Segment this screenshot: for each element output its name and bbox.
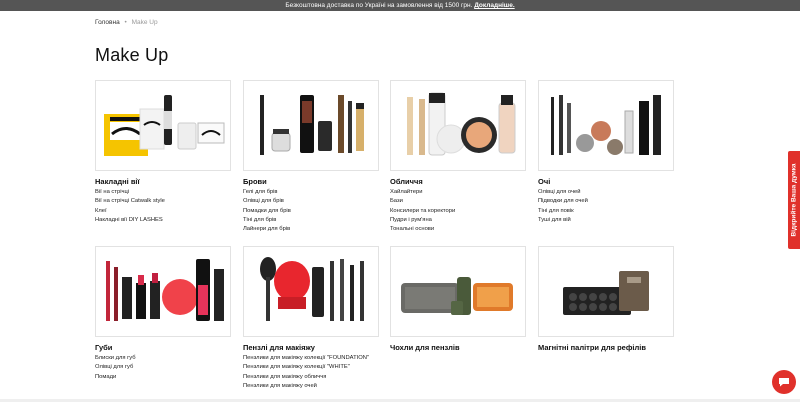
category-image-brows[interactable] — [243, 80, 379, 171]
subcategory-link[interactable]: Олівці для губ — [95, 363, 231, 372]
subcategory-link[interactable]: Олівці для очей — [538, 188, 674, 197]
subcategory-list-lashes: Вії на стрічці Вії на стрічці Catwalk st… — [95, 188, 231, 225]
category-card-brushes: Пензлі для макіяжу Пензлики для макіяжу … — [243, 246, 379, 391]
feedback-tab[interactable]: Відкрийте Ваша думка — [788, 151, 800, 249]
page-title: Make Up — [95, 45, 169, 65]
subcategory-list-eyes: Олівці для очей Підводки для очей Тіні д… — [538, 188, 674, 225]
subcategory-link[interactable]: Тіні для брів — [243, 216, 379, 225]
category-title-face[interactable]: Обличчя — [390, 177, 526, 186]
subcategory-link[interactable]: Тональні основи — [390, 225, 526, 234]
subcategory-link[interactable]: Пудри і рум'яна — [390, 216, 526, 225]
category-title-brushes[interactable]: Пензлі для макіяжу — [243, 343, 379, 352]
category-image-palettes[interactable] — [538, 246, 674, 337]
breadcrumb-separator: • — [124, 19, 127, 26]
category-card-eyes: Очі Олівці для очей Підводки для очей Ті… — [538, 80, 674, 225]
subcategory-link[interactable]: Лайнери для брів — [243, 225, 379, 234]
category-title-eyes[interactable]: Очі — [538, 177, 674, 186]
subcategory-link[interactable]: Гелі для брів — [243, 188, 379, 197]
category-image-face[interactable] — [390, 80, 526, 171]
category-title-palettes[interactable]: Магнітні палітри для рефілів — [538, 343, 674, 352]
subcategory-link[interactable]: Консилери та коректори — [390, 207, 526, 216]
category-image-eyes[interactable] — [538, 80, 674, 171]
subcategory-link[interactable]: Пензлики для макіяжу колекції "FOUNDATIO… — [243, 354, 379, 363]
subcategory-link[interactable]: Вії на стрічці — [95, 188, 231, 197]
category-card-lashes: Накладні вії Вії на стрічці Вії на стріч… — [95, 80, 231, 225]
breadcrumb-current: Make Up — [131, 19, 158, 26]
subcategory-link[interactable]: Тіні для повік — [538, 207, 674, 216]
category-image-lashes[interactable] — [95, 80, 231, 171]
category-title-lashes[interactable]: Накладні вії — [95, 177, 231, 186]
subcategory-link[interactable]: Пензлики для макіяжу очей — [243, 382, 379, 391]
category-card-face: Обличчя Хайлайтери Бази Консилери та кор… — [390, 80, 526, 234]
promo-bar: Безкоштовна доставка по Україні на замов… — [0, 0, 800, 11]
subcategory-link[interactable]: Хайлайтери — [390, 188, 526, 197]
subcategory-link[interactable]: Вії на стрічці Catwalk style — [95, 197, 231, 206]
category-title-lips[interactable]: Губи — [95, 343, 231, 352]
subcategory-link[interactable]: Олівці для брів — [243, 197, 379, 206]
subcategory-link[interactable]: Накладні вії DIY LASHES — [95, 216, 231, 225]
category-image-brush-cases[interactable] — [390, 246, 526, 337]
promo-text: Безкоштовна доставка по Україні на замов… — [285, 2, 473, 9]
feedback-tab-label: Відкрийте Ваша думка — [790, 163, 798, 237]
category-title-brush-cases[interactable]: Чохли для пензлів — [390, 343, 526, 352]
subcategory-list-lips: Блиски для губ Олівці для губ Помади — [95, 354, 231, 382]
category-title-brows[interactable]: Брови — [243, 177, 379, 186]
category-card-brows: Брови Гелі для брів Олівці для брів Пома… — [243, 80, 379, 234]
subcategory-link[interactable]: Бази — [390, 197, 526, 206]
category-image-brushes[interactable] — [243, 246, 379, 337]
category-card-palettes: Магнітні палітри для рефілів — [538, 246, 674, 352]
breadcrumb: Головна • Make Up — [95, 19, 158, 26]
subcategory-link[interactable]: Клеї — [95, 207, 231, 216]
subcategory-list-face: Хайлайтери Бази Консилери та коректори П… — [390, 188, 526, 234]
category-image-lips[interactable] — [95, 246, 231, 337]
subcategory-list-brows: Гелі для брів Олівці для брів Помадки дл… — [243, 188, 379, 234]
subcategory-link[interactable]: Пензлики для макіяжу колекції "WHITE" — [243, 363, 379, 372]
subcategory-list-brushes: Пензлики для макіяжу колекції "FOUNDATIO… — [243, 354, 379, 391]
subcategory-link[interactable]: Помади — [95, 373, 231, 382]
subcategory-link[interactable]: Помадки для брів — [243, 207, 379, 216]
promo-more-link[interactable]: Докладніше. — [474, 2, 514, 9]
breadcrumb-home-link[interactable]: Головна — [95, 19, 120, 26]
subcategory-link[interactable]: Пензлики для макіяжу обличчя — [243, 373, 379, 382]
subcategory-link[interactable]: Блиски для губ — [95, 354, 231, 363]
subcategory-link[interactable]: Підводки для очей — [538, 197, 674, 206]
category-card-brush-cases: Чохли для пензлів — [390, 246, 526, 352]
category-card-lips: Губи Блиски для губ Олівці для губ Помад… — [95, 246, 231, 382]
chat-button[interactable] — [772, 370, 796, 394]
subcategory-link[interactable]: Туші для вій — [538, 216, 674, 225]
chat-icon — [779, 378, 789, 387]
